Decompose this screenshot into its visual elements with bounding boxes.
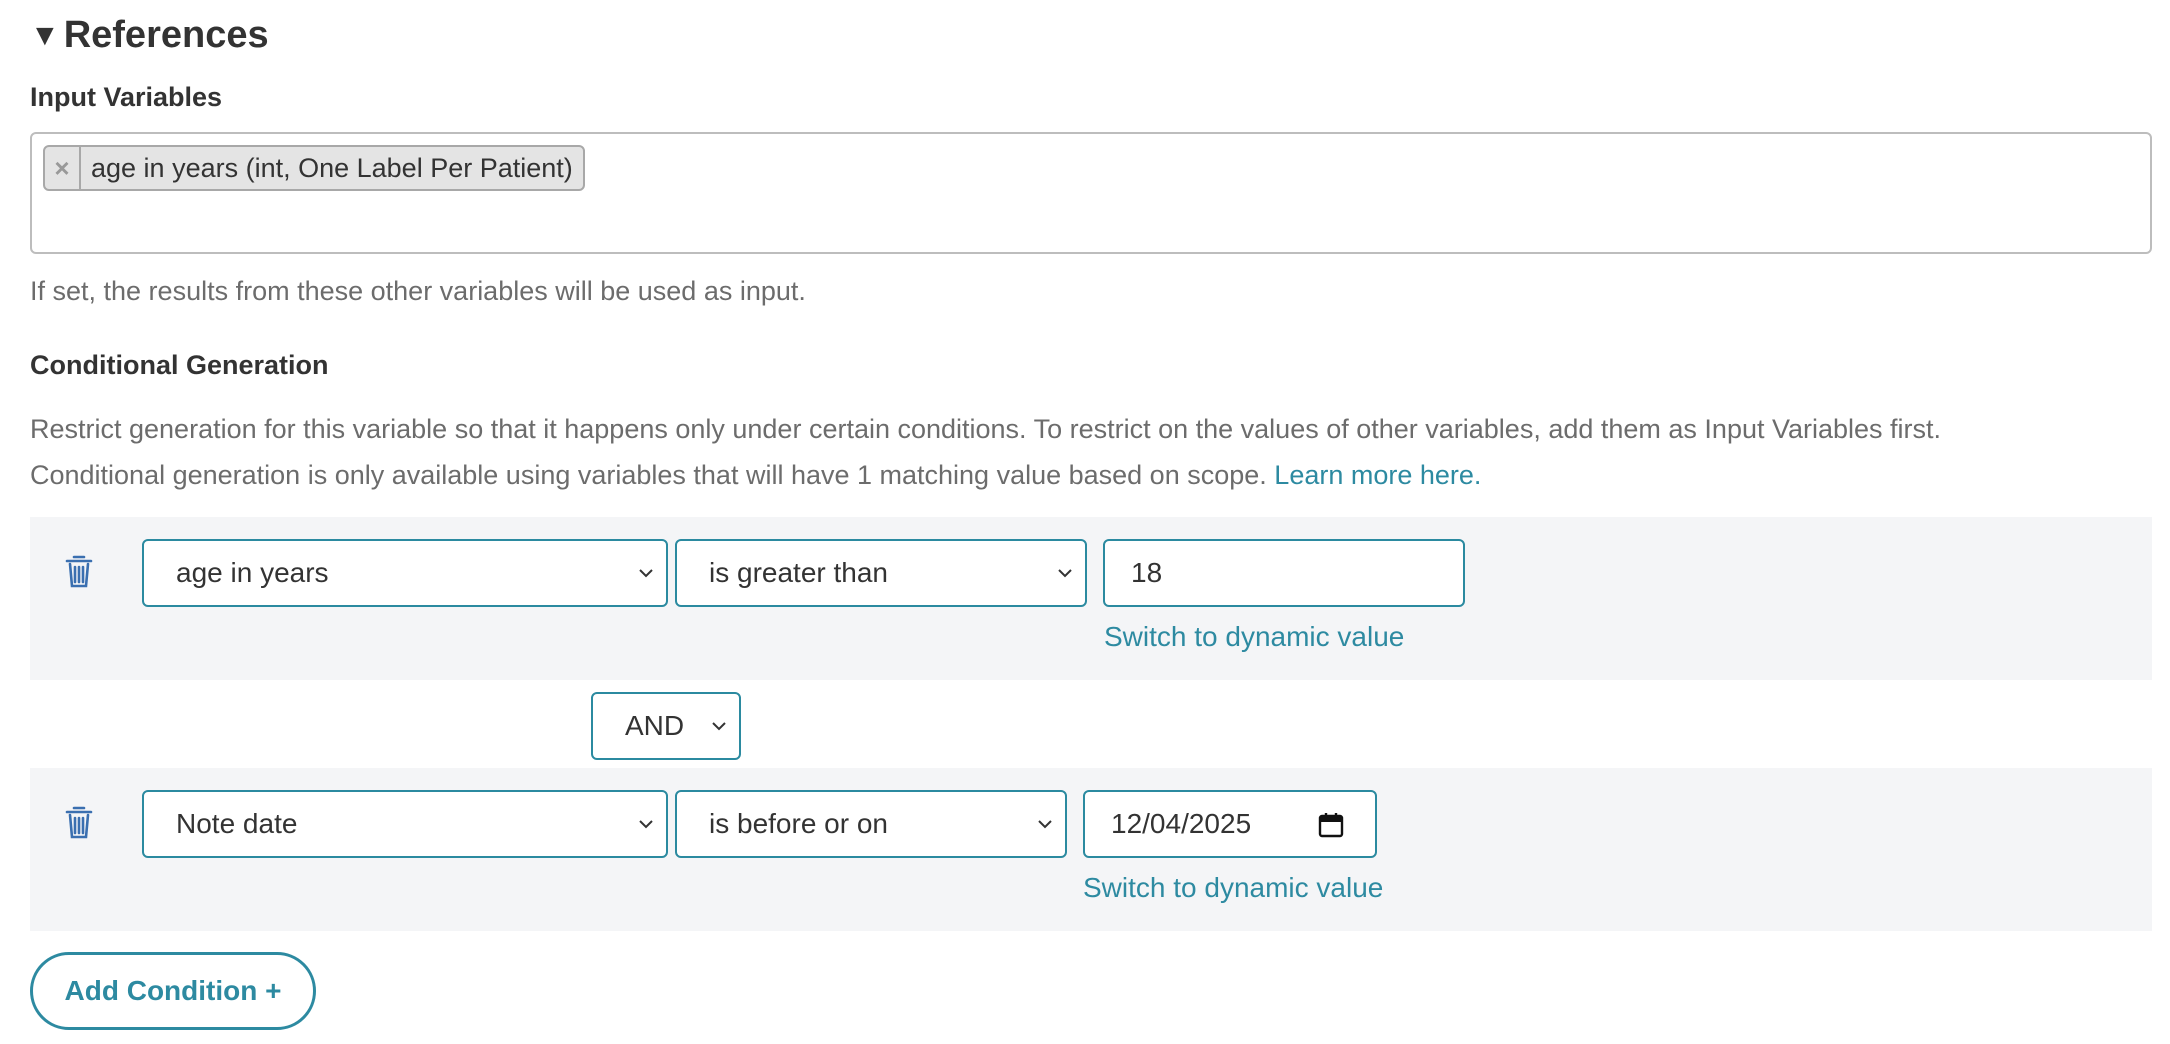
condition-row: age in years is greater than 18 Switch t… [30, 517, 2152, 680]
conditional-generation-label: Conditional Generation [30, 350, 329, 380]
condition-operator-select[interactable]: is greater than [675, 539, 1087, 607]
conditional-generation-description: Restrict generation for this variable so… [30, 406, 2150, 498]
description-line-1: Restrict generation for this variable so… [30, 414, 1942, 444]
chevron-down-icon [639, 569, 653, 578]
input-variables-help: If set, the results from these other var… [30, 276, 806, 306]
learn-more-link[interactable]: Learn more here. [1274, 460, 1481, 490]
switch-to-dynamic-value-link[interactable]: Switch to dynamic value [1083, 872, 1383, 904]
chevron-down-icon [1058, 569, 1072, 578]
condition-date-value: 12/04/2025 [1111, 808, 1252, 839]
condition-operator-value: is greater than [709, 557, 888, 588]
references-panel: ▼ References Input Variables × age in ye… [0, 0, 2170, 1044]
condition-joiner-select[interactable]: AND [591, 692, 741, 760]
chevron-down-icon [1038, 820, 1052, 829]
condition-date-input[interactable]: 12/04/2025 [1083, 790, 1377, 858]
chevron-down-icon [639, 820, 653, 829]
tag-remove-icon[interactable]: × [45, 147, 81, 189]
condition-variable-value: Note date [176, 808, 298, 839]
calendar-icon[interactable] [1317, 811, 1345, 839]
description-line-2-text: Conditional generation is only available… [30, 460, 1267, 490]
collapse-caret-icon[interactable]: ▼ [30, 20, 60, 51]
references-header[interactable]: ▼ References [30, 14, 269, 57]
section-title: References [63, 14, 269, 56]
condition-variable-select[interactable]: Note date [142, 790, 668, 858]
switch-to-dynamic-value-link[interactable]: Switch to dynamic value [1104, 621, 1404, 653]
condition-joiner-value: AND [625, 710, 685, 741]
chevron-down-icon [712, 722, 726, 731]
input-variables-select[interactable]: × age in years (int, One Label Per Patie… [30, 132, 2152, 254]
condition-value-text: 18 [1131, 557, 1163, 588]
condition-row: Note date is before or on 12/04/2025 Swi… [30, 768, 2152, 931]
tag-label: age in years (int, One Label Per Patient… [91, 152, 573, 183]
condition-operator-value: is before or on [709, 808, 888, 839]
condition-value-input[interactable]: 18 [1103, 539, 1465, 607]
add-condition-button[interactable]: Add Condition + [30, 952, 316, 1030]
condition-operator-select[interactable]: is before or on [675, 790, 1067, 858]
trash-icon[interactable] [64, 804, 94, 840]
condition-variable-select[interactable]: age in years [142, 539, 668, 607]
description-line-2: Conditional generation is only available… [30, 452, 2150, 498]
variable-tag: × age in years (int, One Label Per Patie… [43, 145, 585, 191]
trash-icon[interactable] [64, 553, 94, 589]
input-variables-label: Input Variables [30, 82, 223, 112]
condition-variable-value: age in years [176, 557, 329, 588]
